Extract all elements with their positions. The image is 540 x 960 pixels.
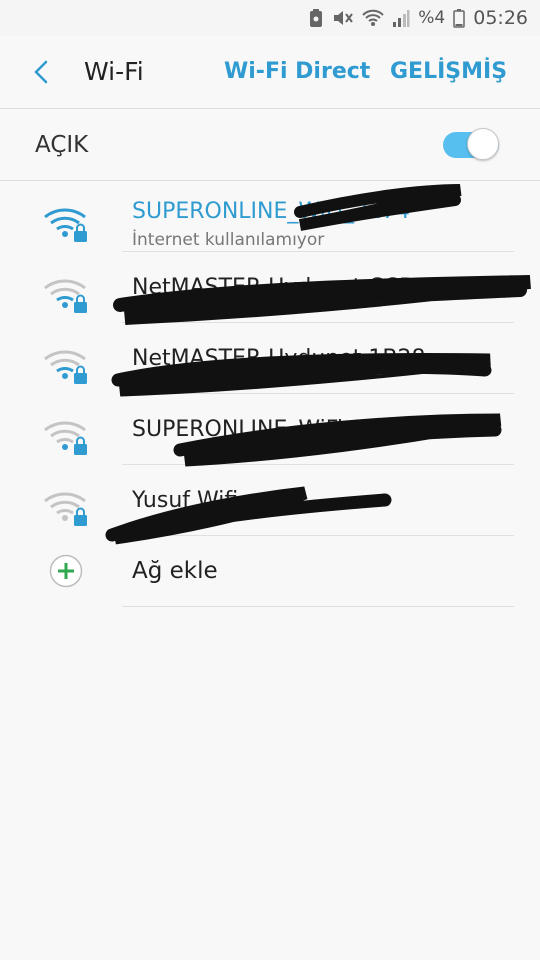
mute-icon [332, 8, 354, 28]
wifi-lock-icon [42, 274, 92, 316]
divider [122, 606, 514, 607]
clock: 05:26 [473, 7, 528, 29]
network-ssid: NetMASTER Uydunet CCBF [132, 275, 427, 300]
network-ssid: SUPERONLINE_WiFi_7996 [132, 417, 410, 442]
network-ssid: NetMASTER Uydunet 1B28 [132, 346, 426, 371]
wifi-lock-icon [42, 487, 92, 529]
wifi-direct-button[interactable]: Wi-Fi Direct [224, 54, 370, 90]
add-network-button[interactable]: Ağ ekle [0, 536, 540, 607]
network-item[interactable]: SUPERONLINE_WiFi_7996 [0, 394, 540, 465]
add-network-label: Ağ ekle [132, 558, 218, 584]
add-icon [49, 554, 83, 588]
cell-signal-icon [392, 8, 410, 28]
network-ssid: SUPERONLINE_WiFi_2274 [132, 199, 410, 224]
network-item[interactable]: Yusuf Wifi a [0, 465, 540, 536]
back-button[interactable] [26, 54, 60, 90]
wifi-lock-icon [42, 416, 92, 458]
battery-text: %4 [418, 8, 446, 28]
wifi-lock-icon [42, 345, 92, 387]
screenshot-icon [308, 8, 324, 28]
toggle-label: AÇIK [35, 132, 89, 158]
network-ssid: Yusuf Wifi a [132, 488, 259, 513]
wifi-lock-icon [42, 203, 92, 245]
page-title: Wi-Fi [84, 57, 144, 86]
app-bar: Wi-Fi Wi-Fi Direct GELİŞMİŞ [0, 36, 540, 109]
switch-knob [467, 128, 499, 160]
network-item[interactable]: NetMASTER Uydunet 1B28 [0, 323, 540, 394]
battery-icon [453, 8, 465, 28]
network-item[interactable]: NetMASTER Uydunet CCBF [0, 252, 540, 323]
wifi-signal-icon [362, 8, 384, 28]
advanced-button[interactable]: GELİŞMİŞ [390, 54, 507, 90]
chevron-left-icon [26, 60, 60, 94]
wifi-switch[interactable] [443, 128, 499, 162]
network-item-connected[interactable]: SUPERONLINE_WiFi_2274 İnternet kullanıla… [0, 181, 540, 252]
network-status: İnternet kullanılamıyor [132, 230, 325, 250]
network-list: SUPERONLINE_WiFi_2274 İnternet kullanıla… [0, 181, 540, 607]
status-bar: %4 05:26 [0, 0, 540, 36]
